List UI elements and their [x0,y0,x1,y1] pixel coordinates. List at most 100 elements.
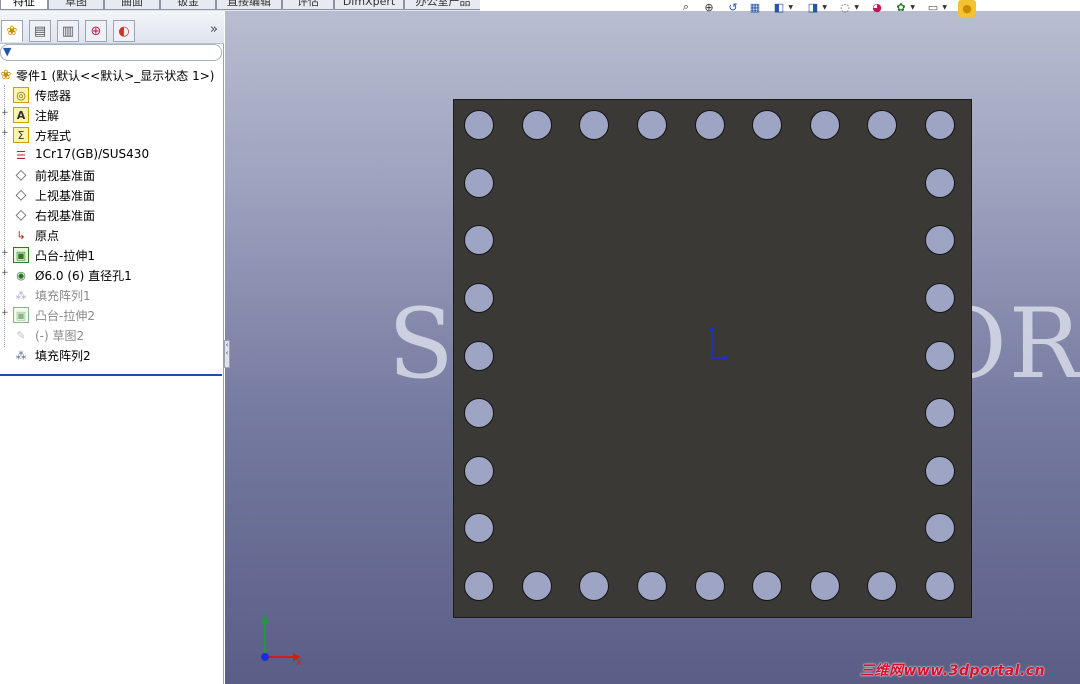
realview-icon[interactable]: ● [958,0,976,17]
plate-hole[interactable] [925,513,955,543]
section-view-icon[interactable]: ▦ [748,0,762,14]
tree-item[interactable]: ↳ 原点 [0,225,222,245]
tree-item[interactable]: + ◉ Ø6.0 (6) 直径孔1 [0,265,222,285]
view-orientation-icon-glyph: ◧ [773,0,785,14]
plate-hole[interactable] [464,571,494,601]
plate-hole[interactable] [637,110,667,140]
view-settings-icon[interactable]: ▭ ▼ [926,0,947,14]
dropdown-arrow-icon[interactable]: ▼ [942,4,947,11]
expand-icon[interactable]: + [1,249,9,258]
view-orientation-icon[interactable]: ◧ ▼ [772,0,793,14]
plate-hole[interactable] [752,571,782,601]
plane-icon: ◇ [15,187,27,203]
plate-hole[interactable] [464,513,494,543]
tree-item[interactable]: ⁂ 填充阵列1 [0,285,222,305]
tree-item[interactable]: ☰ 1Cr17(GB)/SUS430 [0,145,222,165]
tree-item[interactable]: + ▣ 凸台-拉伸1 [0,245,222,265]
dropdown-arrow-icon[interactable]: ▼ [910,4,915,11]
plate-hole[interactable] [464,283,494,313]
apply-scene-icon[interactable]: ✿ ▼ [894,0,915,14]
dimxpert-manager-icon[interactable]: ⊕ [85,20,107,42]
plate-hole[interactable] [579,571,609,601]
tree-item[interactable]: ◇ 前视基准面 [0,165,222,185]
fill-pattern-icon: ⁂ [15,348,27,362]
plate-hole[interactable] [579,110,609,140]
dropdown-arrow-icon[interactable]: ▼ [822,4,827,11]
expand-icon[interactable]: + [1,269,9,278]
hide-show-items-icon[interactable]: ◌ ▼ [838,0,859,14]
tree-item[interactable]: ◎ 传感器 [0,85,222,105]
zoom-to-fit-icon-glyph: ⌕ [682,0,690,13]
plate-hole[interactable] [522,571,552,601]
expand-icon[interactable]: + [1,109,9,118]
plate-hole[interactable] [464,225,494,255]
more-tabs-chevron-icon[interactable]: » [210,22,218,37]
tree-item[interactable]: + A 注解 [0,105,222,125]
edit-appearance-icon-glyph: ◕ [872,0,882,14]
svg-text:Y: Y [261,614,267,623]
feature-manager-icon[interactable]: ❀ [1,20,23,42]
plate-hole[interactable] [810,571,840,601]
plate-hole[interactable] [637,571,667,601]
tree-item[interactable]: ◇ 右视基准面 [0,205,222,225]
tree-filter[interactable]: ▼ [0,44,222,61]
plate-hole[interactable] [925,283,955,313]
plate-hole[interactable] [925,168,955,198]
plate-hole[interactable] [522,110,552,140]
zoom-to-fit-icon[interactable]: ⌕ [679,0,693,14]
plate-hole[interactable] [464,341,494,371]
dropdown-arrow-icon[interactable]: ▼ [854,4,859,11]
plate-hole[interactable] [695,110,725,140]
hide-show-items-icon-glyph: ◌ [840,0,850,14]
plate-hole[interactable] [810,110,840,140]
plate-hole[interactable] [464,110,494,140]
plate-hole[interactable] [925,571,955,601]
extrude-icon: ▣ [13,307,29,323]
expand-icon[interactable]: + [1,129,9,138]
configuration-manager-icon[interactable]: ▥ [57,20,79,42]
plate-hole[interactable] [925,341,955,371]
previous-view-icon[interactable]: ↺ [726,0,740,14]
origin-icon: ↳ [16,228,26,242]
apply-scene-icon-glyph: ✿ [896,0,906,14]
panel-splitter[interactable]: ‹ ‹ [224,340,230,368]
tree-item[interactable]: + ▣ 凸台-拉伸2 [0,305,222,325]
tree-root-label: 零件1 (默认<<默认>_显示状态 1>) [16,69,215,83]
plate-hole[interactable] [925,225,955,255]
dropdown-arrow-icon[interactable]: ▼ [788,4,793,11]
plate-hole[interactable] [867,571,897,601]
plate-hole[interactable] [695,571,725,601]
tree-item-label: 原点 [35,229,60,243]
expand-icon[interactable]: + [1,309,9,318]
display-style-icon[interactable]: ◨ ▼ [806,0,827,14]
background-watermark-left: S [388,288,456,400]
plate-hole[interactable] [464,398,494,428]
tree-item[interactable]: ◇ 上视基准面 [0,185,222,205]
zoom-to-area-icon-glyph: ⊕ [704,0,714,14]
zoom-to-area-icon[interactable]: ⊕ [702,0,716,14]
view-triad-icon: Y X [261,614,302,667]
extrude-icon: ▣ [13,247,29,263]
fill-pattern-icon: ⁂ [15,288,27,302]
rollback-bar[interactable] [0,374,222,376]
feature-manager-panel: » ❀ ▤ ▥ ⊕ ◐ ▼ ❀ 零件1 (默认<<默认>_显示状态 1>) ◎ 传感器 + A… [0,11,224,684]
plate-hole[interactable] [867,110,897,140]
tree-item[interactable]: ✎ (-) 草图2 [0,325,222,345]
sensor-icon: ◎ [13,87,29,103]
plate-hole[interactable] [464,456,494,486]
hole-wizard-icon: ◉ [16,268,26,282]
tree-root[interactable]: ❀ 零件1 (默认<<默认>_显示状态 1>) [0,65,222,85]
tree-item[interactable]: ⁂ 填充阵列2 [0,345,222,365]
filter-icon: ▼ [3,45,12,58]
plate-hole[interactable] [752,110,782,140]
tree-item-label: (-) 草图2 [35,329,85,343]
plate-hole[interactable] [464,168,494,198]
display-manager-icon[interactable]: ◐ [113,20,135,42]
property-manager-icon[interactable]: ▤ [29,20,51,42]
plate-hole[interactable] [925,110,955,140]
plate-hole[interactable] [925,456,955,486]
part-icon: ❀ [0,67,12,83]
edit-appearance-icon[interactable]: ◕ [870,0,884,14]
plate-hole[interactable] [925,398,955,428]
tree-item[interactable]: + Σ 方程式 [0,125,222,145]
